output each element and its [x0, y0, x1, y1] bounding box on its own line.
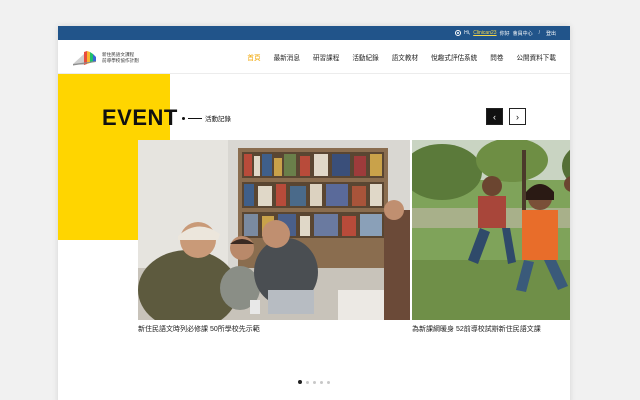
nav-item-downloads[interactable]: 公開資料下載 — [516, 52, 556, 62]
logo-text: 新住民語文課程 前導學校協作計劃 — [102, 52, 139, 64]
pagination-dot[interactable] — [327, 380, 330, 384]
nav-item-assessment[interactable]: 悅趣式評估系統 — [431, 52, 477, 62]
nav-item-courses[interactable]: 研習課程 — [313, 52, 339, 62]
nav-item-materials[interactable]: 語文教材 — [392, 52, 418, 62]
chevron-left-icon: ‹ — [493, 111, 496, 122]
member-center-link[interactable]: 會員中心 — [513, 30, 533, 37]
pagination-dot[interactable] — [306, 380, 309, 384]
logo-line-2: 前導學校協作計劃 — [102, 58, 139, 63]
nav-item-events[interactable]: 活動紀錄 — [352, 52, 378, 62]
separator: / — [538, 30, 540, 36]
event-card[interactable]: 為新課綱暖身 52前導校試辦新住民語文課 — [412, 140, 570, 334]
carousel-pagination — [298, 380, 330, 384]
logout-link[interactable]: 登出 — [546, 30, 556, 37]
carousel-prev-button[interactable]: ‹ — [486, 108, 503, 125]
carousel-next-button[interactable]: › — [509, 108, 526, 125]
nav-item-survey[interactable]: 問卷 — [490, 52, 503, 62]
pagination-dot[interactable] — [320, 380, 323, 384]
card-caption: 新住民語文時列必修課 50所學校先示範 — [138, 326, 260, 333]
book-logo-icon — [73, 51, 96, 66]
pagination-dot[interactable] — [298, 380, 302, 384]
site-logo[interactable]: 新住民語文課程 前導學校協作計劃 — [72, 48, 154, 68]
site-header: 新住民語文課程 前導學校協作計劃 首頁 最新消息 研習課程 活動紀錄 語文教材 … — [58, 40, 570, 74]
user-icon — [455, 30, 462, 36]
section-subtitle: 活動記錄 — [205, 116, 231, 123]
section-title: EVENT — [102, 105, 178, 130]
greeting-text: Hi, — [464, 30, 471, 36]
greeting-suffix: 你好 — [499, 30, 510, 37]
nav-item-home[interactable]: 首頁 — [247, 52, 260, 62]
classroom-photo — [138, 140, 410, 320]
section-subtitle-group: 活動記錄 — [182, 113, 231, 123]
chevron-right-icon: › — [516, 111, 519, 122]
event-card[interactable]: 新住民語文時列必修課 50所學校先示範 — [138, 140, 410, 334]
main-nav: 首頁 最新消息 研習課程 活動紀錄 語文教材 悅趣式評估系統 問卷 公開資料下載 — [247, 40, 556, 74]
username-link[interactable]: Clinican23 — [473, 30, 496, 36]
pagination-dot[interactable] — [313, 380, 316, 384]
dash-line — [188, 117, 202, 119]
web-page: Hi, Clinican23 你好 會員中心 / 登出 新住民語文課程 前導學校… — [58, 26, 570, 400]
bullet-dot — [182, 116, 185, 120]
nav-item-news[interactable]: 最新消息 — [274, 52, 300, 62]
card-caption: 為新課綱暖身 52前導校試辦新住民語文課 — [412, 326, 541, 333]
kids-playing-photo — [412, 140, 570, 320]
top-utility-bar: Hi, Clinican23 你好 會員中心 / 登出 — [58, 26, 570, 40]
